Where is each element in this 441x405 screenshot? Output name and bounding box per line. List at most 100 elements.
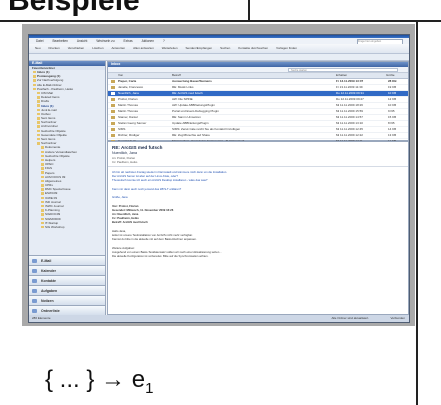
reading-body: Ich bin ab nachsten Freitag wieder in Da… xyxy=(108,167,408,261)
toolbar-button[interactable]: Verschieben xyxy=(66,46,87,50)
slide-header-text: Beispiele xyxy=(8,0,140,17)
folder-icon xyxy=(37,91,40,95)
message-subject: Portal und Event-Debugging Plugin xyxy=(172,109,219,113)
toolbar-button[interactable]: Kontakte durchsuchen xyxy=(236,46,270,50)
nav-button-label: Ordnerliste xyxy=(41,309,60,313)
message-from: SIMS xyxy=(118,127,126,131)
toolbar-button[interactable]: Suchen xyxy=(218,46,232,50)
nav-button-icon xyxy=(32,259,37,263)
folder-icon xyxy=(37,137,40,141)
menu-item[interactable]: Aktionen xyxy=(140,38,156,43)
nav-button-icon xyxy=(32,269,37,273)
message-from: Probst, Florian xyxy=(118,97,138,101)
folder-icon xyxy=(37,133,40,137)
column-from[interactable]: Von xyxy=(118,73,168,78)
folder-icon xyxy=(41,209,44,212)
toolbar-button[interactable]: Weiterleiten xyxy=(160,46,180,50)
column-subject[interactable]: Betreff xyxy=(172,73,312,78)
inbox-search-input[interactable]: Suche starten xyxy=(288,67,398,72)
navigation-pane: E-Mail Favoritenordner Inbox (1) Postausg… xyxy=(29,61,106,315)
menu-item[interactable]: Datei xyxy=(34,38,45,43)
header-divider xyxy=(248,0,250,22)
folder-icon xyxy=(41,200,44,204)
envelope-icon xyxy=(111,122,115,125)
reading-subject: RE: ArcGIS med futsch xyxy=(112,145,163,150)
nav-button[interactable]: E-Mail xyxy=(29,255,105,265)
menu-item[interactable]: Extras xyxy=(122,38,135,43)
folder-icon xyxy=(33,87,36,91)
header-rule xyxy=(0,20,441,22)
menu-item[interactable]: Ansicht xyxy=(75,38,89,43)
toolbar-button[interactable]: Neu xyxy=(33,46,43,50)
status-item-count: 286 Elemente xyxy=(32,316,51,320)
message-size: 13 KB xyxy=(388,133,397,137)
folder-icon xyxy=(41,150,44,154)
folder-icon xyxy=(37,121,40,124)
nav-button-label: Kalender xyxy=(41,269,56,273)
nav-button[interactable]: Aufgaben xyxy=(29,285,105,295)
folder-icon xyxy=(33,75,36,78)
folder-icon xyxy=(41,146,44,149)
folder-icon xyxy=(37,112,40,116)
folder-icon xyxy=(41,192,44,195)
menu-item[interactable]: Wechseln zu xyxy=(94,38,116,43)
menu-item[interactable]: Bearbeiten xyxy=(50,38,69,43)
folder-label: SIG Workshop xyxy=(45,224,65,229)
envelope-icon xyxy=(111,116,115,119)
message-from: Martin Thomas xyxy=(118,109,138,113)
message-from: Nuerdlich, Jana xyxy=(118,91,139,95)
nav-button-label: Notizen xyxy=(41,299,54,303)
column-size[interactable]: Größe xyxy=(386,73,406,78)
column-received[interactable]: Erhalten xyxy=(336,73,380,78)
folder-icon xyxy=(37,100,40,103)
folder-icon xyxy=(37,108,40,112)
inbox-title: Inbox xyxy=(111,62,121,66)
slide-header: Beispiele xyxy=(0,0,441,22)
body-line: Die aktuelle Konfiguration ist vorbereit… xyxy=(112,253,209,258)
slide-right-rule xyxy=(416,22,418,405)
message-size: 9 KB xyxy=(388,109,395,113)
message-received: Mi 11.11.2009 18:26 xyxy=(336,103,363,107)
message-from: Pieper, Carla xyxy=(118,79,137,83)
folder-icon xyxy=(41,175,44,179)
nav-button[interactable]: Kontakte xyxy=(29,275,105,285)
message-size: 12 KB xyxy=(388,97,397,101)
nav-button[interactable]: Ordnerliste xyxy=(29,305,105,315)
folder-icon xyxy=(41,196,44,200)
message-from: Richter, Rüdiger xyxy=(118,133,140,137)
message-size: 19 KB xyxy=(388,85,397,89)
folder-icon xyxy=(37,117,40,120)
message-subject: RE: Samm Umsetzen xyxy=(172,115,201,119)
nav-button[interactable]: Kalender xyxy=(29,265,105,275)
folder-icon xyxy=(37,96,40,99)
folder-icon xyxy=(41,154,44,158)
toolbar-button[interactable]: Vorlagen finden xyxy=(274,46,299,50)
reading-pane: RE: ArcGIS med futsch Nuerdlich, Jana An… xyxy=(107,141,409,315)
toolbar-standard: Neu Drucken Verschieben Löschen Antworten All… xyxy=(29,44,409,54)
message-from: Stefan Georg Sanner xyxy=(118,121,147,125)
message-from: Janelle, Francesco xyxy=(118,85,144,89)
envelope-icon xyxy=(111,128,115,131)
menu-item[interactable]: ? xyxy=(161,38,167,43)
status-connection: Verbunden xyxy=(390,316,405,320)
nav-button-label: E-Mail xyxy=(41,259,52,263)
status-sync: Alle Ordner sind aktualisiert. xyxy=(331,316,369,320)
folder-icon xyxy=(37,125,40,128)
toolbar-button[interactable]: Löschen xyxy=(90,46,105,50)
folder-icon xyxy=(41,167,44,170)
toolbar-button[interactable]: Allen antworten xyxy=(131,46,156,50)
folder-icon xyxy=(37,142,40,145)
folder-item[interactable]: SIG Workshop xyxy=(29,225,105,229)
message-received: Do 12.11.2009 09:34 xyxy=(336,91,364,95)
message-size: 15 KB xyxy=(388,115,397,119)
message-size: 14 KB xyxy=(388,127,397,131)
toolbar-button[interactable]: Antworten xyxy=(110,46,128,50)
nav-button[interactable]: Notizen xyxy=(29,295,105,305)
toolbar-button[interactable]: Senden/Empfangen xyxy=(184,46,215,50)
toolbar-button[interactable]: Drucken xyxy=(47,46,62,50)
message-size: 10 KB xyxy=(388,103,397,107)
folder-icon xyxy=(41,204,44,208)
folder-icon xyxy=(33,83,36,87)
envelope-icon xyxy=(111,80,115,83)
message-subject: RE: Musik Links xyxy=(172,85,194,89)
